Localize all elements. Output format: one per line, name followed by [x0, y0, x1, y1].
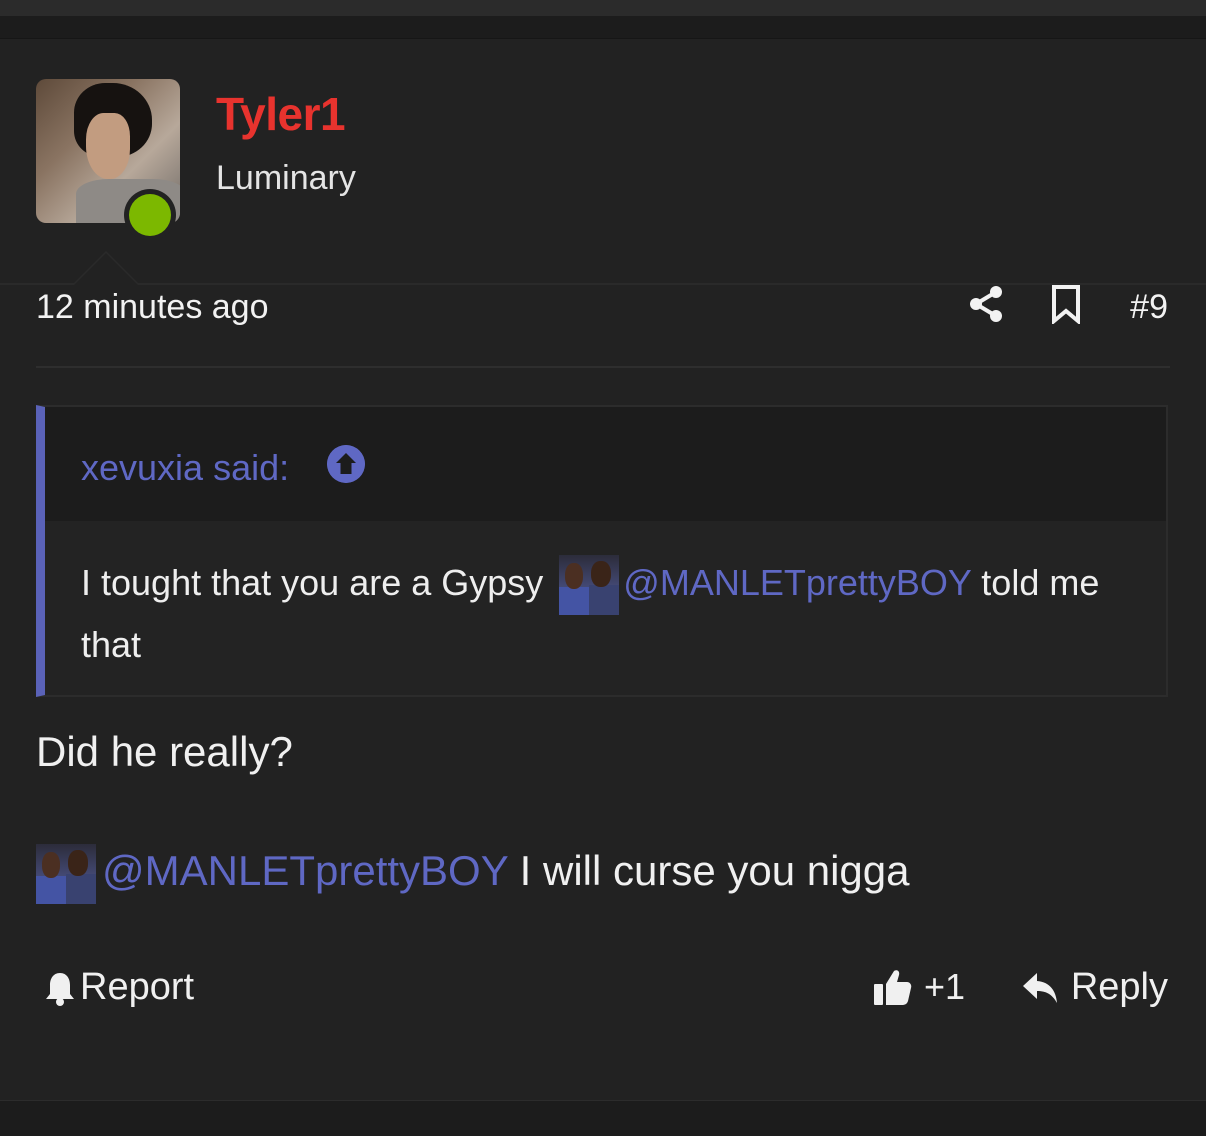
thumbs-up-icon — [874, 970, 912, 1005]
report-label: Report — [80, 966, 195, 1008]
mention-link[interactable]: @MANLETprettyBOY — [623, 562, 971, 603]
like-count: +1 — [924, 966, 966, 1007]
user-title: Luminary — [216, 159, 356, 197]
mention-avatar[interactable] — [36, 844, 96, 904]
mention-link[interactable]: @MANLETprettyBOY — [102, 847, 508, 894]
bottom-strip — [0, 1101, 1206, 1136]
share-icon[interactable] — [966, 284, 1006, 324]
username-link[interactable]: Tyler1 — [216, 87, 346, 141]
online-status-indicator — [124, 189, 176, 241]
top-strip — [0, 0, 1206, 16]
user-block: Tyler1 Luminary — [0, 39, 1206, 285]
quote-text: I tought that you are a Gypsy @MANLETpre… — [81, 553, 1141, 675]
reply-button[interactable]: Reply — [1021, 966, 1168, 1009]
quote-block: xevuxia said: I tought that you are a Gy… — [36, 405, 1168, 697]
quote-text-before: I tought that you are a Gypsy — [81, 562, 544, 603]
post-meta-row: 12 minutes ago #9 — [36, 280, 1170, 332]
quote-header: xevuxia said: — [45, 407, 1166, 521]
bell-icon — [46, 972, 74, 1006]
post-number-link[interactable]: #9 — [1130, 288, 1168, 327]
quote-author-link[interactable]: xevuxia said: — [81, 447, 289, 489]
bookmark-icon[interactable] — [1048, 284, 1084, 324]
post-body-line: @MANLETprettyBOY I will curse you nigga — [36, 844, 910, 904]
post-body-line: Did he really? — [36, 728, 293, 775]
quote-body: I tought that you are a Gypsy @MANLETpre… — [45, 521, 1166, 695]
mention-avatar[interactable] — [559, 555, 620, 616]
arrow-up-icon[interactable] — [327, 445, 365, 483]
post-actions: Report +1 Reply — [36, 966, 1170, 1016]
like-button[interactable]: +1 — [872, 966, 965, 1008]
divider — [36, 366, 1170, 368]
post-timestamp[interactable]: 12 minutes ago — [36, 288, 269, 327]
post-body-text: I will curse you nigga — [519, 847, 910, 895]
reply-label: Reply — [1070, 966, 1168, 1008]
report-button[interactable]: Report — [44, 966, 194, 1009]
reply-icon — [1022, 972, 1057, 1003]
